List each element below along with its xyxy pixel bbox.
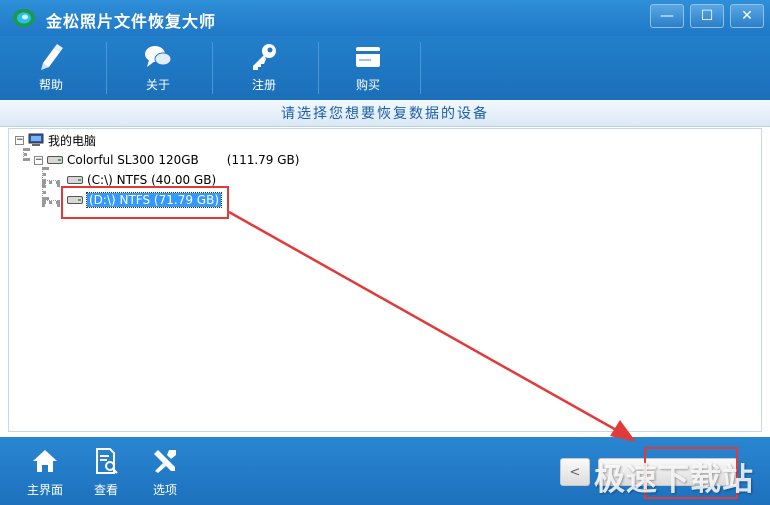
home-icon <box>33 450 57 472</box>
toolbar-buy-button[interactable]: 购买 <box>328 40 408 96</box>
annotation-highlight-box <box>61 186 229 219</box>
tree-node-label: 我的电脑 <box>48 133 97 148</box>
minimize-button[interactable]: — <box>650 4 684 28</box>
key-icon <box>253 44 276 70</box>
hard-drive-icon <box>47 155 63 165</box>
help-pen-icon <box>41 44 63 70</box>
disk-size: (111.79 GB) <box>226 153 300 167</box>
toolbar-register-label: 注册 <box>251 78 276 92</box>
view-label: 查看 <box>93 483 118 497</box>
tree-collapse-toggle[interactable]: − <box>34 155 43 165</box>
partition-drive-icon <box>67 175 83 185</box>
home-button[interactable]: 主界面 <box>20 447 70 499</box>
section-header-title: 请选择您想要恢复数据的设备 <box>281 106 489 122</box>
chat-bubbles-icon <box>145 46 172 67</box>
card-icon <box>356 47 380 67</box>
title-bar: 金松照片文件恢复大师 — ☐ ✕ <box>0 0 770 36</box>
toolbar-divider <box>420 42 421 94</box>
tree-node-label: (C:\) NTFS (40.00 GB) <box>87 173 217 187</box>
toolbar-about-label: 关于 <box>145 78 170 92</box>
tree-node-disk[interactable]: − Colorful SL300 120GB (111.79 GB) <box>34 151 299 169</box>
app-logo-icon <box>12 7 36 29</box>
tree-collapse-toggle[interactable]: − <box>15 135 24 145</box>
toolbar-register-button[interactable]: 注册 <box>224 40 304 96</box>
toolbar: 帮助 关于 注册 购买 <box>0 36 770 100</box>
section-header: 请选择您想要恢复数据的设备 <box>0 100 770 127</box>
previous-button[interactable]: < <box>560 458 590 486</box>
toolbar-buy-label: 购买 <box>355 78 380 92</box>
toolbar-about-button[interactable]: 关于 <box>118 40 198 96</box>
options-button[interactable]: 选项 <box>140 447 190 499</box>
tools-icon <box>154 450 176 473</box>
maximize-button[interactable]: ☐ <box>690 4 724 28</box>
document-search-icon <box>96 448 118 474</box>
toolbar-divider <box>318 42 319 94</box>
tree-connector <box>42 200 60 204</box>
device-tree: − 我的电脑 − Colorful SL300 120GB (111.79 GB… <box>8 128 762 432</box>
computer-icon <box>28 133 44 147</box>
home-label: 主界面 <box>26 483 63 497</box>
tree-connector <box>42 180 60 184</box>
toolbar-divider <box>106 42 107 94</box>
watermark-text: 极速下载站 <box>594 462 754 498</box>
window-title: 金松照片文件恢复大师 <box>46 12 217 31</box>
tree-node-label: Colorful SL300 120GB <box>67 153 199 167</box>
toolbar-divider <box>212 42 213 94</box>
window-controls: — ☐ ✕ <box>650 4 764 28</box>
toolbar-help-button[interactable]: 帮助 <box>11 40 91 96</box>
close-button[interactable]: ✕ <box>730 4 764 28</box>
options-label: 选项 <box>152 483 177 497</box>
view-button[interactable]: 查看 <box>81 447 131 499</box>
toolbar-help-label: 帮助 <box>38 78 63 92</box>
tree-node-my-computer[interactable]: − 我的电脑 <box>15 131 96 149</box>
tree-connector <box>23 148 27 161</box>
